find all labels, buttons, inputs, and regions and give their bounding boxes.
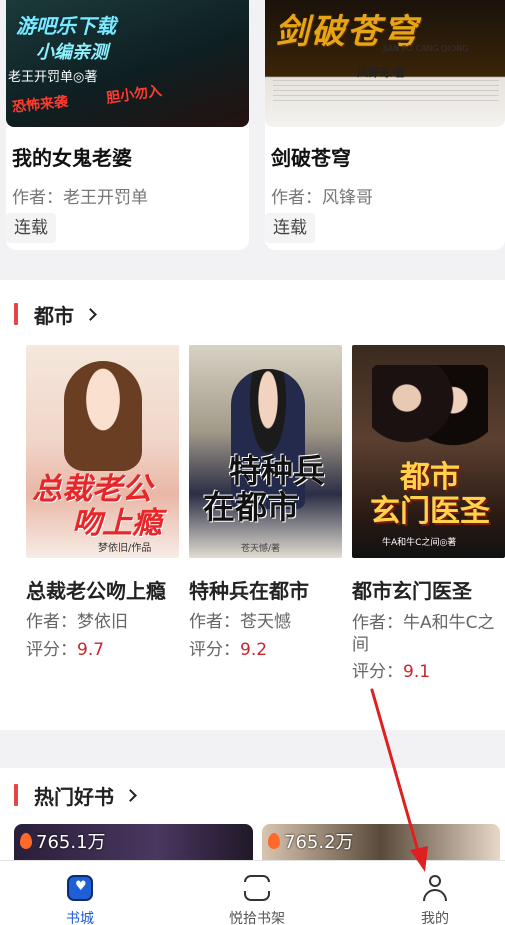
book-item[interactable]: 特种兵 在都市 苍天憾/著 特种兵在都市 作者：苍天憾 评分：9.2 <box>189 345 344 664</box>
nav-tab-label: 我的 <box>421 911 449 925</box>
cover-text: 游吧乐下载 <box>16 14 116 38</box>
book-title[interactable]: 都市玄门医圣 <box>352 574 505 608</box>
book-cover[interactable]: 游吧乐下载 小编亲测 老王开罚单◎著 恐怖来袭 胆小勿入 <box>6 0 249 127</box>
bookshelf-icon <box>243 875 271 901</box>
nav-tab-label: 书城 <box>66 911 94 925</box>
book-author: 作者：老王开罚单 <box>12 188 148 208</box>
book-card[interactable]: 剑破苍穹 JIAN PO CANG QIONG 风锋哥/著 剑破苍穹 作者：风锋… <box>265 0 505 250</box>
book-cover[interactable]: 都市 玄门医圣 牛A和牛C之间◎著 <box>352 345 505 558</box>
nav-tab-bookshelf[interactable]: 悦拾书架 <box>197 861 317 925</box>
section-title: 热门好书 <box>34 784 114 809</box>
cover-illustration <box>372 365 488 475</box>
cover-text: 特种兵 在都市 <box>203 452 326 526</box>
section-header-hot[interactable]: 热门好书 <box>14 783 137 809</box>
cover-text: JIAN PO CANG QIONG <box>383 44 469 53</box>
book-score: 评分：9.2 <box>189 640 268 660</box>
book-title[interactable]: 总裁老公吻上瘾 <box>26 574 181 608</box>
cover-text: 风锋哥/著 <box>357 66 406 79</box>
book-author: 作者：苍天憾 <box>189 612 291 632</box>
book-title[interactable]: 剑破苍穹 <box>271 142 351 171</box>
nav-tab-label: 悦拾书架 <box>229 911 285 925</box>
status-badge: 连载 <box>265 213 315 243</box>
cover-text: 恐怖来袭 <box>11 94 69 116</box>
bottom-nav: 书城 悦拾书架 我的 <box>0 860 505 925</box>
book-title[interactable]: 我的女鬼老婆 <box>12 142 132 171</box>
book-title[interactable]: 特种兵在都市 <box>189 574 344 608</box>
book-score: 评分：9.7 <box>26 640 105 660</box>
book-cover[interactable]: 特种兵 在都市 苍天憾/著 <box>189 345 342 558</box>
section-city: 都市 总裁老公 吻上瘾 梦依旧/作品 总裁老公吻上瘾 作者：梦依旧 评分：9.7 … <box>0 280 505 730</box>
book-score: 评分：9.1 <box>352 662 431 682</box>
cover-text: 梦依旧/作品 <box>98 543 152 554</box>
book-item[interactable]: 都市 玄门医圣 牛A和牛C之间◎著 都市玄门医圣 作者：牛A和牛C之间 评分：9.… <box>352 345 505 686</box>
book-author: 作者：牛A和牛C之间 <box>352 613 495 655</box>
book-item[interactable]: 总裁老公 吻上瘾 梦依旧/作品 总裁老公吻上瘾 作者：梦依旧 评分：9.7 <box>26 345 181 664</box>
book-author: 作者：风锋哥 <box>271 188 373 208</box>
chevron-right-icon <box>124 788 137 802</box>
section-title: 都市 <box>34 303 74 328</box>
top-book-row: 游吧乐下载 小编亲测 老王开罚单◎著 恐怖来袭 胆小勿入 我的女鬼老婆 作者：老… <box>0 0 505 262</box>
cover-text: 苍天憾/著 <box>241 544 281 554</box>
chevron-right-icon <box>84 307 97 321</box>
flame-icon <box>268 833 280 849</box>
section-accent-bar <box>14 784 18 806</box>
flame-icon <box>20 833 32 849</box>
cover-text: 总裁老公 吻上瘾 <box>32 472 162 541</box>
cover-text: 老王开罚单◎著 <box>8 70 98 85</box>
cover-illustration <box>64 361 142 471</box>
section-header-city[interactable]: 都市 <box>14 302 97 328</box>
section-accent-bar <box>14 303 18 325</box>
book-cover[interactable]: 总裁老公 吻上瘾 梦依旧/作品 <box>26 345 179 558</box>
read-count: 765.2万 <box>268 828 354 854</box>
read-count: 765.1万 <box>20 828 106 854</box>
book-cover[interactable]: 剑破苍穹 JIAN PO CANG QIONG 风锋哥/著 <box>265 0 505 127</box>
nav-tab-bookstore[interactable]: 书城 <box>20 861 140 925</box>
cover-text: 都市 玄门医圣 <box>370 460 490 529</box>
cover-text: 小编亲测 <box>36 42 108 63</box>
nav-tab-me[interactable]: 我的 <box>375 861 495 925</box>
bookstore-icon <box>67 875 93 901</box>
person-icon <box>423 875 447 903</box>
status-badge: 连载 <box>6 213 56 243</box>
cover-fine-print <box>273 80 499 104</box>
book-author: 作者：梦依旧 <box>26 612 128 632</box>
cover-text: 胆小勿入 <box>105 83 163 107</box>
cover-text: 牛A和牛C之间◎著 <box>382 538 457 548</box>
book-card[interactable]: 游吧乐下载 小编亲测 老王开罚单◎著 恐怖来袭 胆小勿入 我的女鬼老婆 作者：老… <box>6 0 249 250</box>
